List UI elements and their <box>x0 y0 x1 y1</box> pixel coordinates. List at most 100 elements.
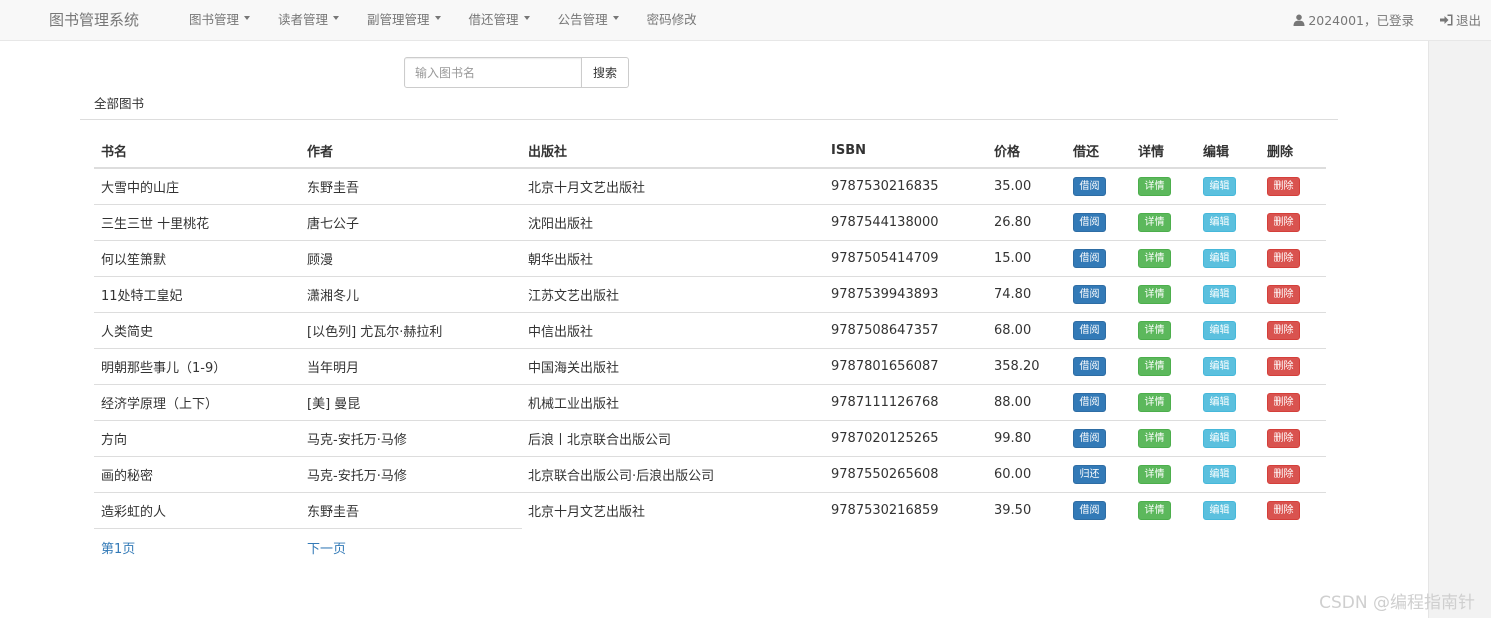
delete-button[interactable]: 删除 <box>1267 428 1300 448</box>
borrow-button[interactable]: 借阅 <box>1073 356 1106 376</box>
borrow-button[interactable]: 借阅 <box>1073 392 1106 412</box>
edit-cell: 编辑 <box>1196 312 1260 349</box>
edit-button[interactable]: 编辑 <box>1203 464 1236 484</box>
detail-button[interactable]: 详情 <box>1138 356 1171 376</box>
book-price: 26.80 <box>987 204 1066 241</box>
edit-button[interactable]: 编辑 <box>1203 248 1236 268</box>
log-in-icon <box>1439 14 1453 25</box>
book-price: 358.20 <box>987 348 1066 385</box>
delete-cell: 删除 <box>1260 240 1326 277</box>
book-publisher: 朝华出版社 <box>521 240 824 277</box>
delete-button[interactable]: 删除 <box>1267 500 1300 520</box>
book-price: 88.00 <box>987 384 1066 421</box>
detail-cell: 详情 <box>1131 384 1196 421</box>
book-title: 经济学原理（上下） <box>94 384 300 421</box>
column-header-edit: 编辑 <box>1196 133 1260 169</box>
book-publisher: 北京十月文艺出版社 <box>528 504 646 520</box>
detail-button[interactable]: 详情 <box>1138 392 1171 412</box>
search-input[interactable] <box>404 57 582 88</box>
delete-cell: 删除 <box>1260 348 1326 385</box>
edit-button[interactable]: 编辑 <box>1203 356 1236 376</box>
delete-button[interactable]: 删除 <box>1267 320 1300 340</box>
edit-button[interactable]: 编辑 <box>1203 392 1236 412</box>
book-publisher: 北京十月文艺出版社 <box>521 168 824 205</box>
delete-button[interactable]: 删除 <box>1267 464 1300 484</box>
nav-reader-management[interactable]: 读者管理 <box>278 9 340 28</box>
pagination: 第1页 下一页 <box>94 528 522 564</box>
book-isbn: 9787550265608 <box>824 456 987 493</box>
nav-lend-management[interactable]: 借还管理 <box>469 9 530 28</box>
borrow-button[interactable]: 借阅 <box>1073 212 1106 232</box>
edit-button[interactable]: 编辑 <box>1203 428 1236 448</box>
nav-item-label: 密码修改 <box>646 11 697 27</box>
detail-button[interactable]: 详情 <box>1138 500 1171 520</box>
return-cell: 归还 <box>1066 456 1131 493</box>
book-price: 60.00 <box>987 456 1066 493</box>
nav-book-management[interactable]: 图书管理 <box>189 9 251 28</box>
borrow-button[interactable]: 借阅 <box>1073 428 1106 448</box>
right-side-strip <box>1428 41 1491 618</box>
delete-button[interactable]: 删除 <box>1267 392 1300 412</box>
edit-button[interactable]: 编辑 <box>1203 320 1236 340</box>
edit-cell: 编辑 <box>1196 204 1260 241</box>
book-price: 39.50 <box>994 502 1032 518</box>
detail-button[interactable]: 详情 <box>1138 284 1171 304</box>
delete-button[interactable]: 删除 <box>1267 284 1300 304</box>
book-title: 何以笙箫默 <box>94 240 300 277</box>
borrow-button[interactable]: 借阅 <box>1073 320 1106 340</box>
nav-subadmin-management[interactable]: 副管理管理 <box>367 9 441 28</box>
user-status[interactable]: 2024001，已登录 <box>1293 10 1414 29</box>
book-publisher: 中国海关出版社 <box>521 348 824 385</box>
column-header-author: 作者 <box>300 133 521 169</box>
delete-cell: 删除 <box>1260 312 1326 349</box>
detail-button[interactable]: 详情 <box>1138 212 1171 232</box>
delete-cell: 删除 <box>1260 384 1326 421</box>
book-price: 15.00 <box>987 240 1066 277</box>
book-publisher: 中信出版社 <box>521 312 824 349</box>
edit-button[interactable]: 编辑 <box>1203 176 1236 196</box>
book-publisher: 机械工业出版社 <box>521 384 824 421</box>
logout-link[interactable]: 退出 <box>1439 10 1481 29</box>
edit-button[interactable]: 编辑 <box>1203 212 1236 232</box>
book-isbn: 9787530216835 <box>824 168 987 205</box>
edit-button[interactable]: 编辑 <box>1203 500 1236 520</box>
book-author: 唐七公子 <box>300 204 521 241</box>
nav-right: 2024001，已登录 退出 <box>1293 10 1481 29</box>
delete-button[interactable]: 删除 <box>1267 212 1300 232</box>
delete-button[interactable]: 删除 <box>1267 356 1300 376</box>
chevron-down-icon <box>333 16 340 20</box>
borrow-button[interactable]: 借阅 <box>1073 284 1106 304</box>
detail-button[interactable]: 详情 <box>1138 176 1171 196</box>
book-author: [美] 曼昆 <box>300 384 521 421</box>
delete-button[interactable]: 删除 <box>1267 176 1300 196</box>
nav-notice-management[interactable]: 公告管理 <box>558 9 619 28</box>
nav-menu: 图书管理 读者管理 副管理管理 借还管理 公告管理 密码修改 <box>189 9 725 28</box>
next-page-link[interactable]: 下一页 <box>307 538 346 557</box>
book-title: 人类简史 <box>94 312 300 349</box>
nav-password-change[interactable]: 密码修改 <box>647 9 697 28</box>
borrow-button[interactable]: 借阅 <box>1073 176 1106 196</box>
column-header-isbn: ISBN <box>824 133 987 169</box>
chevron-down-icon <box>612 16 619 20</box>
book-title: 造彩虹的人 <box>101 504 167 520</box>
delete-cell: 删除 <box>1260 204 1326 241</box>
edit-button[interactable]: 编辑 <box>1203 284 1236 304</box>
column-header-detail: 详情 <box>1131 133 1196 169</box>
detail-button[interactable]: 详情 <box>1138 428 1171 448</box>
search-button[interactable]: 搜索 <box>581 57 629 88</box>
book-title: 方向 <box>94 420 300 457</box>
book-isbn: 9787539943893 <box>824 276 987 313</box>
borrow-button[interactable]: 借阅 <box>1073 500 1106 520</box>
chevron-down-icon <box>523 16 530 20</box>
borrow-button[interactable]: 借阅 <box>1073 248 1106 268</box>
borrow-cell: 借阅 <box>1066 384 1131 421</box>
book-price: 74.80 <box>987 276 1066 313</box>
delete-button[interactable]: 删除 <box>1267 248 1300 268</box>
detail-button[interactable]: 详情 <box>1138 320 1171 340</box>
detail-button[interactable]: 详情 <box>1138 464 1171 484</box>
detail-button[interactable]: 详情 <box>1138 248 1171 268</box>
return-button[interactable]: 归还 <box>1073 464 1106 484</box>
first-page-link[interactable]: 第1页 <box>101 538 135 557</box>
app-brand[interactable]: 图书管理系统 <box>49 9 139 30</box>
book-author: 马克-安托万·马修 <box>300 456 521 493</box>
